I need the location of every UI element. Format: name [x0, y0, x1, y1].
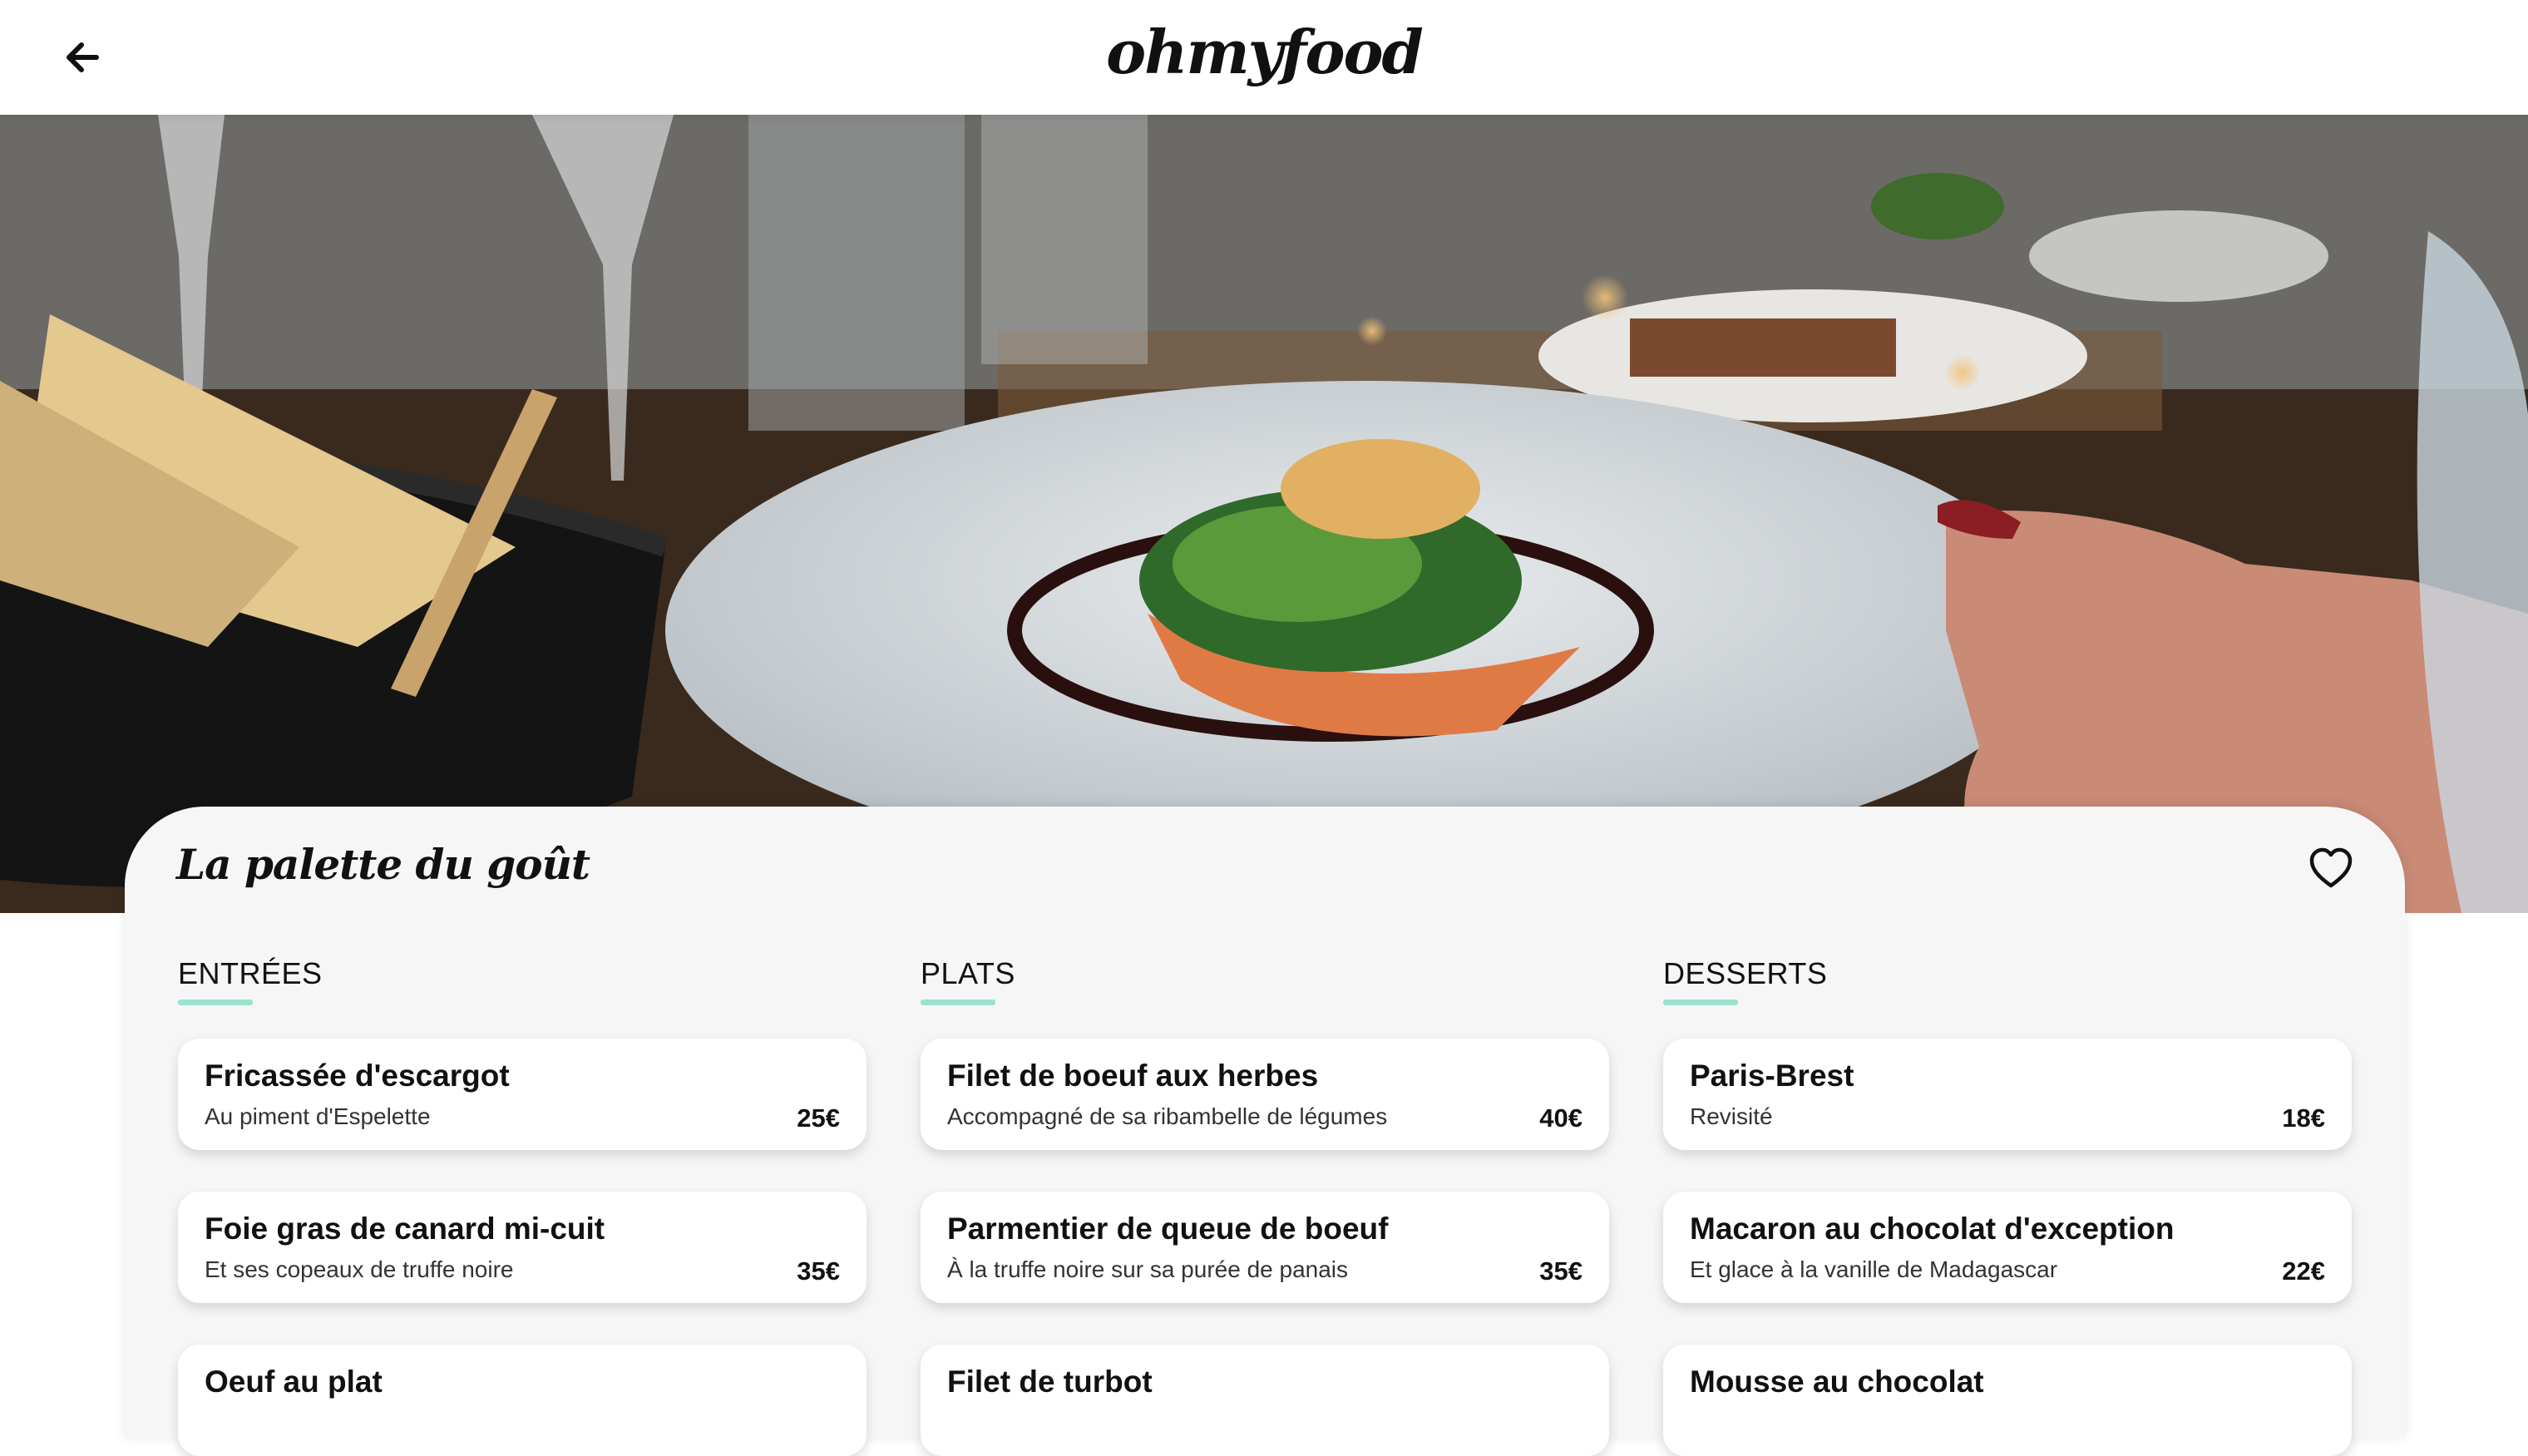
section-underline [921, 999, 995, 1005]
dish-price: 18€ [2282, 1103, 2325, 1133]
dish-price: 35€ [797, 1256, 840, 1286]
dish-description: Et glace à la vanille de Madagascar [1690, 1256, 2058, 1282]
restaurant-menu-card: La palette du goût ENTRÉES Fricassée d'e… [125, 807, 2405, 1456]
dish-description: À la truffe noire sur sa purée de panais [947, 1256, 1349, 1282]
menu-section-plats: PLATS Filet de boeuf aux herbes Accompag… [921, 956, 1609, 1456]
menu-section-desserts: DESSERTS Paris-Brest Revisité 18€ Macaro… [1663, 956, 2352, 1456]
dish-name: Macaron au chocolat d'exception [1690, 1212, 2175, 1246]
favorite-button[interactable] [2308, 846, 2353, 891]
ohmyfood-logo[interactable]: ohmyfood [0, 17, 2528, 87]
restaurant-name: La palette du goût [176, 840, 590, 889]
section-underline [1663, 999, 1738, 1005]
restaurant-hero-image [0, 115, 2528, 913]
heart-outline-icon [2309, 847, 2353, 888]
dish-price: 25€ [797, 1103, 840, 1133]
menu-section-entrees: ENTRÉES Fricassée d'escargot Au piment d… [178, 956, 867, 1456]
dish-name: Foie gras de canard mi-cuit [205, 1212, 605, 1246]
dish-price: 40€ [1539, 1103, 1582, 1133]
section-underline [178, 999, 253, 1005]
dish-card[interactable]: Mousse au chocolat [1663, 1345, 2352, 1456]
dish-card[interactable]: Filet de turbot [921, 1345, 1609, 1456]
dish-card[interactable]: Filet de boeuf aux herbes Accompagné de … [921, 1039, 1609, 1150]
dish-name: Mousse au chocolat [1690, 1365, 1984, 1399]
dish-card[interactable]: Macaron au chocolat d'exception Et glace… [1663, 1192, 2352, 1303]
dish-name: Oeuf au plat [205, 1365, 383, 1399]
dish-card[interactable]: Paris-Brest Revisité 18€ [1663, 1039, 2352, 1150]
dish-price: 35€ [1539, 1256, 1582, 1286]
dish-price: 22€ [2282, 1256, 2325, 1286]
header: ohmyfood [0, 0, 2528, 115]
dish-name: Filet de boeuf aux herbes [947, 1059, 1319, 1093]
section-title: PLATS [921, 956, 1015, 990]
dish-description: Accompagné de sa ribambelle de légumes [947, 1103, 1388, 1129]
dish-card[interactable]: Fricassée d'escargot Au piment d'Espelet… [178, 1039, 867, 1150]
dish-card[interactable]: Parmentier de queue de boeuf À la truffe… [921, 1192, 1609, 1303]
dish-name: Paris-Brest [1690, 1059, 1854, 1093]
dish-description: Revisité [1690, 1103, 1773, 1129]
dish-card[interactable]: Foie gras de canard mi-cuit Et ses copea… [178, 1192, 867, 1303]
dish-description: Au piment d'Espelette [205, 1103, 431, 1129]
dish-description: Et ses copeaux de truffe noire [205, 1256, 514, 1282]
dish-name: Fricassée d'escargot [205, 1059, 510, 1093]
dish-name: Filet de turbot [947, 1365, 1153, 1399]
dish-card[interactable]: Oeuf au plat [178, 1345, 867, 1456]
section-title: ENTRÉES [178, 956, 323, 990]
dish-name: Parmentier de queue de boeuf [947, 1212, 1389, 1246]
section-title: DESSERTS [1663, 956, 1828, 990]
